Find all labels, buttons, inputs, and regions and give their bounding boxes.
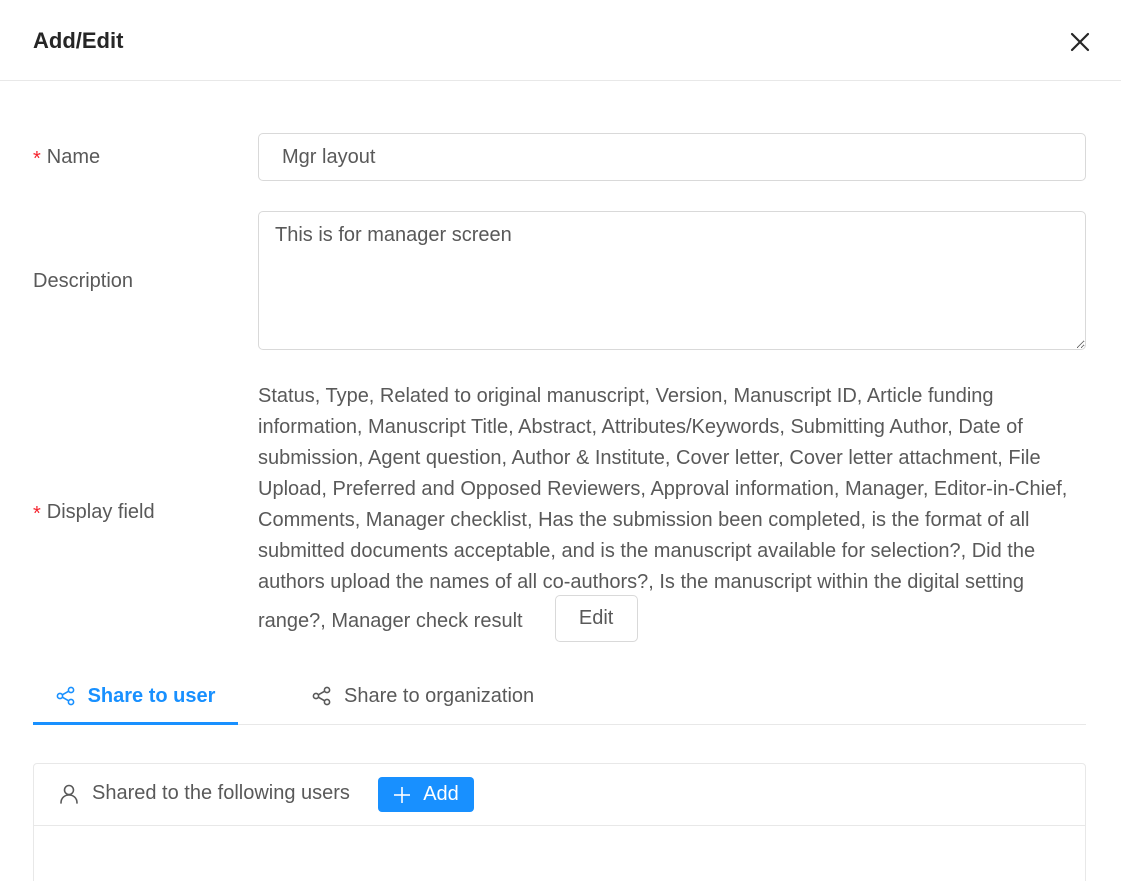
edit-display-field-button[interactable]: Edit bbox=[554, 595, 638, 642]
shared-users-header: Shared to the following users Add bbox=[34, 764, 1085, 826]
required-mark: * bbox=[33, 503, 41, 525]
required-mark: * bbox=[33, 148, 41, 170]
share-icon bbox=[312, 686, 331, 706]
tab-share-to-user[interactable]: Share to user bbox=[33, 668, 238, 725]
tab-share-to-organization[interactable]: Share to organization bbox=[312, 668, 534, 724]
description-label: Description bbox=[33, 270, 134, 292]
name-input[interactable] bbox=[258, 133, 1086, 181]
shared-users-panel: Shared to the following users Add bbox=[33, 763, 1086, 881]
name-label: * Name bbox=[33, 146, 101, 170]
share-icon bbox=[56, 686, 74, 706]
close-icon bbox=[1070, 32, 1090, 52]
shared-users-title: Shared to the following users bbox=[58, 782, 350, 805]
add-user-button[interactable]: Add bbox=[378, 777, 474, 812]
add-button-label: Add bbox=[423, 783, 459, 805]
modal-title: Add/Edit bbox=[33, 28, 124, 53]
share-tabs: Share to user Share to organization bbox=[33, 668, 1086, 725]
add-edit-modal: Add/Edit *Name Description This is for m… bbox=[0, 0, 1121, 881]
description-textarea[interactable]: This is for manager screen bbox=[258, 211, 1086, 350]
active-tab-indicator bbox=[33, 722, 238, 725]
display-field-list: Status, Type, Related to original manusc… bbox=[258, 385, 1068, 632]
modal-header: Add/Edit bbox=[0, 0, 1121, 81]
tab-label: Share to organization bbox=[344, 684, 535, 707]
close-button[interactable] bbox=[1064, 26, 1096, 58]
tab-label: Share to user bbox=[87, 684, 216, 707]
plus-icon bbox=[394, 786, 411, 803]
display-field-label: * Display field bbox=[33, 501, 155, 525]
display-field-value: Status, Type, Related to original manusc… bbox=[258, 381, 1088, 645]
user-icon bbox=[60, 784, 78, 804]
